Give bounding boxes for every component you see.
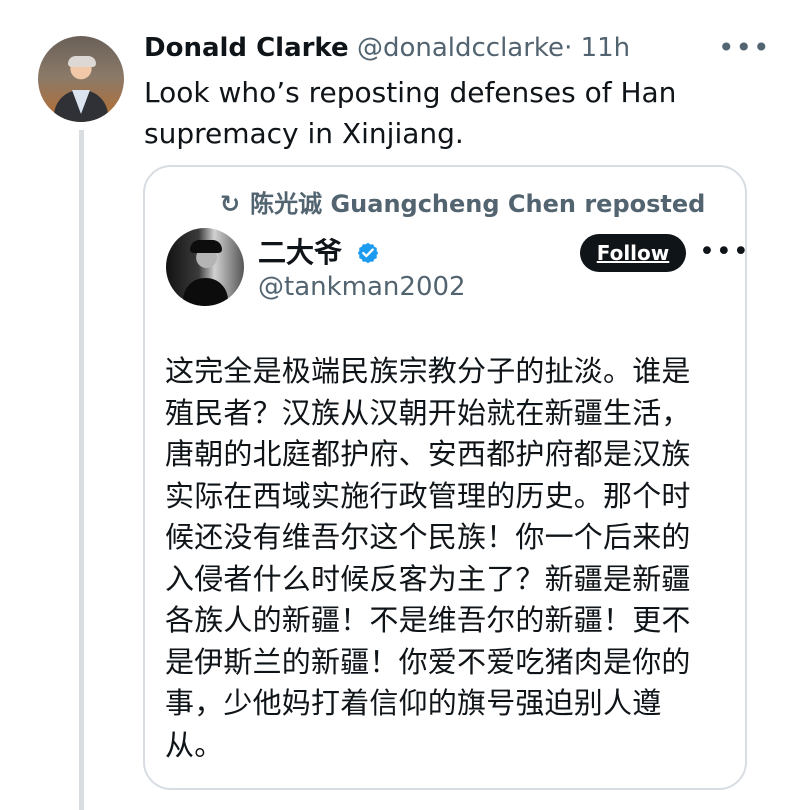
- quoted-post-line-9: 事，少他妈打着信仰的旗号强迫别人遵: [165, 686, 662, 720]
- quoted-post-line-8: 是伊斯兰的新疆！你爱不爱吃猪肉是你的: [165, 644, 691, 679]
- repost-context[interactable]: ↻ 陈光诚 Guangcheng Chen reposted: [220, 184, 705, 219]
- quoted-post-line-5: 候还没有维吾尔这个民族！你一个后来的: [165, 520, 691, 554]
- tweet-time[interactable]: · 11h: [564, 33, 630, 63]
- quoted-author-name[interactable]: 二大爷: [258, 231, 380, 271]
- follow-button-label: Follow: [596, 241, 670, 265]
- tweet-text-line-2: supremacy in Xinjiang.: [144, 117, 464, 150]
- follow-button[interactable]: Follow: [580, 234, 686, 272]
- quoted-post-line-1: 这完全是极端民族宗教分子的扯淡。谁是: [165, 354, 691, 388]
- avatar-hair: [68, 56, 96, 67]
- quoted-author-handle[interactable]: @tankman2002: [258, 272, 466, 302]
- quoted-post-line-3: 唐朝的北庭都护府、安西都护府都是汉族: [165, 437, 691, 471]
- thread-line: [79, 130, 84, 810]
- author-avatar[interactable]: [38, 36, 124, 122]
- quoted-avatar-body: [183, 278, 228, 306]
- author-handle[interactable]: @donaldcclarke: [357, 33, 564, 63]
- repost-context-text: 陈光诚 Guangcheng Chen reposted: [250, 190, 706, 218]
- quoted-post-line-4: 实际在西域实施行政管理的历史。那个时: [165, 478, 691, 513]
- tweet-text: Look who’s reposting defenses of Han sup…: [144, 72, 719, 154]
- quoted-display-name: 二大爷: [258, 236, 343, 269]
- author-display-name[interactable]: Donald Clarke: [144, 33, 349, 63]
- more-options-icon[interactable]: •••: [718, 31, 771, 64]
- repost-icon: ↻: [220, 190, 241, 218]
- quoted-post-line-2: 殖民者？汉族从汉朝开始就在新疆生活，: [165, 395, 691, 430]
- quoted-post-line-7: 各族人的新疆！不是维吾尔的新疆！更不: [165, 603, 691, 637]
- tweet-header: Donald Clarke @donaldcclarke· 11h: [144, 33, 630, 63]
- quoted-avatar-hair: [190, 240, 222, 253]
- quoted-post-line-10: 从。: [165, 727, 224, 762]
- quote-more-options-icon[interactable]: •••: [699, 236, 750, 267]
- quoted-post-line-6: 入侵者什么时候反客为主了？新疆是新疆: [165, 561, 691, 596]
- tweet-text-line-1: Look who’s reposting defenses of Han: [144, 76, 677, 109]
- quoted-post-text: 这完全是极端民族宗教分子的扯淡。谁是 殖民者？汉族从汉朝开始就在新疆生活， 唐朝…: [165, 351, 725, 766]
- verified-badge-icon: [357, 242, 378, 264]
- quoted-author-avatar[interactable]: [166, 228, 244, 306]
